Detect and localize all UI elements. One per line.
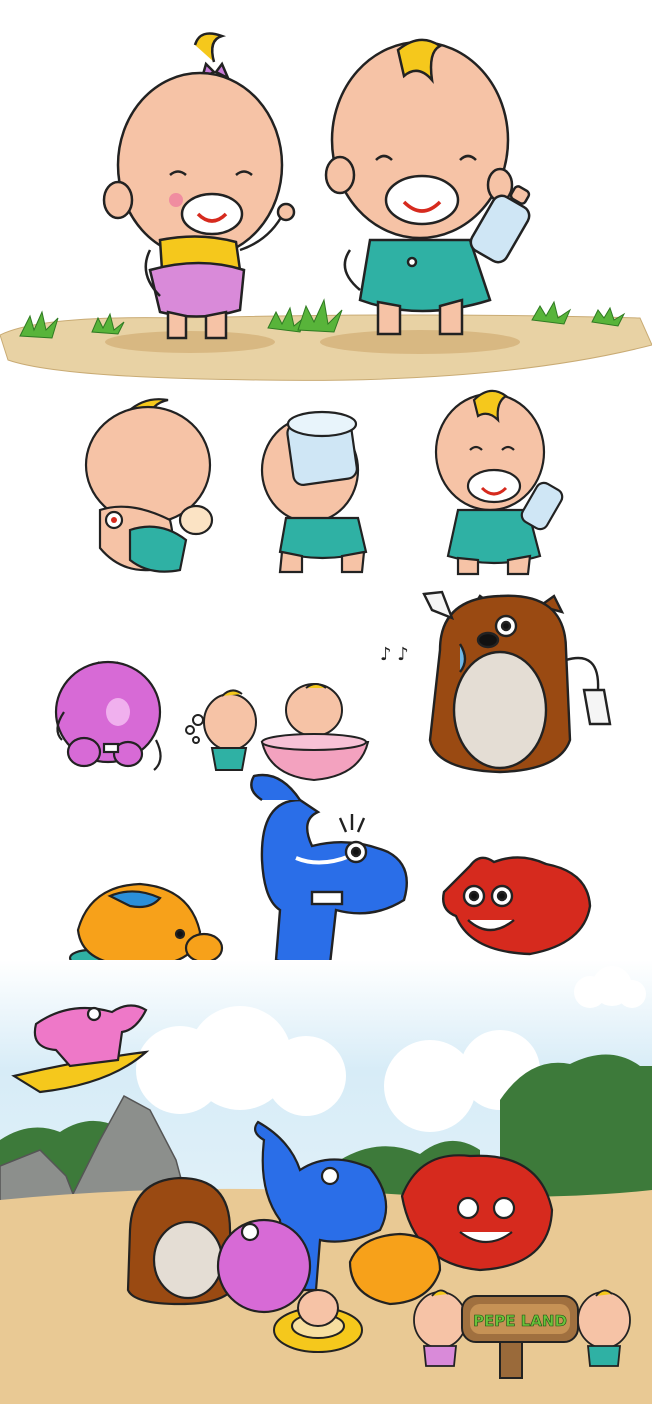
baby-with-bottle — [434, 389, 564, 576]
baby-in-tub — [260, 683, 370, 782]
baby-crawling — [84, 398, 214, 573]
character-sheet: ♪ ♪ PEPE LAND — [0, 32, 652, 1404]
baby-girl-pink-diaper — [102, 32, 296, 340]
illustration-page: ♪ ♪ PEPE LAND — [0, 0, 652, 1404]
blue-elephant-spraying — [250, 773, 408, 968]
svg-text:♪ ♪: ♪ ♪ — [380, 644, 409, 665]
baby-drinking-bucket — [260, 410, 368, 574]
baby-boy-teal-diaper — [324, 38, 531, 336]
brown-bear-with-towel: ♪ ♪ — [380, 590, 612, 774]
sign-text: PEPE LAND — [473, 1312, 567, 1330]
bear-in-scene — [126, 1176, 234, 1306]
hippo-in-scene — [216, 1218, 312, 1314]
orange-pig-lying — [68, 882, 224, 968]
red-monster — [442, 856, 592, 956]
baby-brushing-teeth — [185, 689, 257, 771]
purple-hippo — [54, 660, 162, 771]
